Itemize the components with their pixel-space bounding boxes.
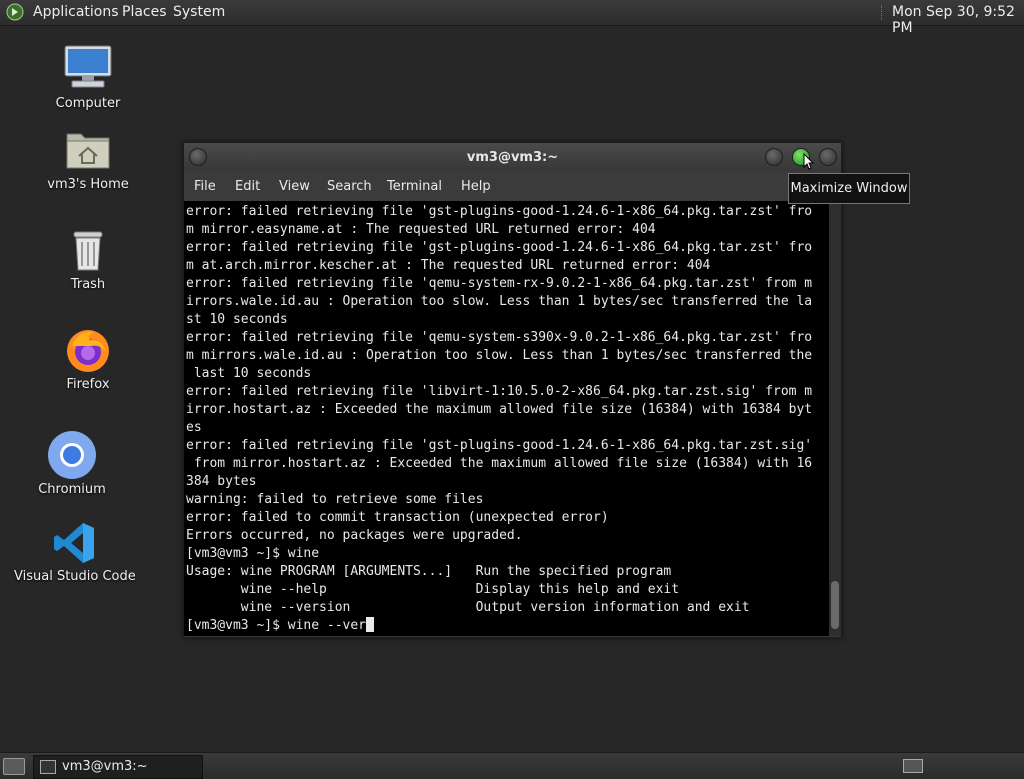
terminal-line: wine --help Display this help and exit: [186, 582, 680, 597]
taskbar-button-terminal[interactable]: vm3@vm3:~: [33, 755, 203, 779]
terminal-line: irrors.wale.id.au : Operation too slow. …: [186, 294, 813, 309]
menu-search[interactable]: Search: [327, 179, 372, 194]
window-menubar: File Edit View Search Terminal Help: [184, 171, 841, 201]
show-desktop-icon[interactable]: [3, 758, 25, 775]
maximize-tooltip: Maximize Window: [788, 173, 910, 204]
desktop-icon-computer[interactable]: Computer: [48, 44, 128, 114]
panel-separator: [881, 5, 884, 20]
desktop-icon-trash[interactable]: Trash: [48, 228, 128, 294]
mouse-pointer-icon: [803, 153, 815, 170]
vscode-icon: [54, 523, 94, 563]
home-label: vm3's Home: [47, 177, 129, 192]
desktop-icon-home[interactable]: vm3's Home: [43, 128, 133, 196]
bottom-panel: vm3@vm3:~: [0, 752, 1024, 779]
chromium-label: Chromium: [38, 482, 106, 497]
system-menu[interactable]: System: [173, 4, 225, 20]
terminal-line: m mirror.easyname.at : The requested URL…: [186, 222, 656, 237]
menu-edit[interactable]: Edit: [235, 179, 260, 194]
menu-help[interactable]: Help: [461, 179, 491, 194]
terminal-line: error: failed retrieving file 'qemu-syst…: [186, 276, 813, 291]
terminal-line: error: failed to commit transaction (une…: [186, 510, 609, 525]
taskbar-button-label: vm3@vm3:~: [62, 759, 148, 774]
terminal-line: from mirror.hostart.az : Exceeded the ma…: [186, 456, 813, 471]
terminal-line: es: [186, 420, 202, 435]
home-folder-icon: [66, 133, 110, 169]
firefox-icon: [67, 330, 109, 372]
terminal-line: m at.arch.mirror.kescher.at : The reques…: [186, 258, 711, 273]
computer-label: Computer: [55, 96, 121, 111]
close-button[interactable]: [819, 148, 837, 166]
menu-file[interactable]: File: [194, 179, 216, 194]
terminal-prompt-text: [vm3@vm3 ~]$ wine --ver: [186, 618, 367, 633]
terminal-line: 384 bytes: [186, 474, 257, 489]
terminal-line: error: failed retrieving file 'gst-plugi…: [186, 438, 813, 453]
scrollbar-thumb[interactable]: [831, 581, 839, 629]
menu-view[interactable]: View: [279, 179, 310, 194]
terminal-icon: [40, 760, 56, 774]
computer-icon: [64, 45, 112, 88]
applications-menu[interactable]: Applications: [33, 4, 119, 20]
top-panel: Applications Places System Mon Sep 30, 9…: [0, 0, 1024, 36]
terminal-line: error: failed retrieving file 'gst-plugi…: [186, 240, 813, 255]
text-cursor: [366, 617, 375, 632]
terminal-output[interactable]: error: failed retrieving file 'gst-plugi…: [184, 201, 829, 636]
desktop-icon-firefox[interactable]: Firefox: [48, 326, 128, 394]
terminal-line: error: failed retrieving file 'libvirt-1…: [186, 384, 813, 399]
chromium-icon: [48, 431, 96, 479]
terminal-line: error: failed retrieving file 'qemu-syst…: [186, 330, 813, 345]
minimize-button[interactable]: [765, 148, 783, 166]
window-title: vm3@vm3:~: [466, 150, 559, 165]
firefox-label: Firefox: [66, 377, 110, 392]
distro-logo-icon[interactable]: [6, 3, 24, 21]
terminal-line: st 10 seconds: [186, 312, 288, 327]
terminal-line: Errors occurred, no packages were upgrad…: [186, 528, 523, 543]
terminal-line: error: failed retrieving file 'gst-plugi…: [186, 204, 813, 219]
terminal-line: wine --version Output version informatio…: [186, 600, 750, 615]
terminal-line: [vm3@vm3 ~]$ wine: [186, 546, 320, 561]
trash-icon: [73, 231, 103, 271]
terminal-lines: error: failed retrieving file 'gst-plugi…: [186, 203, 812, 635]
terminal-line: warning: failed to retrieve some files: [186, 492, 484, 507]
trash-label: Trash: [70, 277, 106, 292]
desktop-icon-vscode[interactable]: Visual Studio Code: [14, 520, 136, 586]
terminal-prompt-line[interactable]: [vm3@vm3 ~]$ wine --ver: [186, 617, 812, 635]
terminal-line: last 10 seconds: [186, 366, 312, 381]
terminal-scrollbar[interactable]: [829, 201, 841, 636]
clock[interactable]: Mon Sep 30, 9:52 PM: [892, 4, 1024, 36]
workspace-switcher-icon[interactable]: [903, 759, 923, 773]
vscode-label: Visual Studio Code: [14, 569, 136, 584]
terminal-line: irror.hostart.az : Exceeded the maximum …: [186, 402, 813, 417]
desktop-icon-chromium[interactable]: Chromium: [32, 430, 112, 498]
terminal-window[interactable]: vm3@vm3:~ File Edit View Search Terminal…: [183, 142, 842, 638]
terminal-line: Usage: wine PROGRAM [ARGUMENTS...] Run t…: [186, 564, 672, 579]
menu-terminal[interactable]: Terminal: [387, 179, 442, 194]
places-menu[interactable]: Places: [122, 4, 167, 20]
window-titlebar[interactable]: vm3@vm3:~: [184, 143, 841, 171]
terminal-line: m mirrors.wale.id.au : Operation too slo…: [186, 348, 813, 363]
